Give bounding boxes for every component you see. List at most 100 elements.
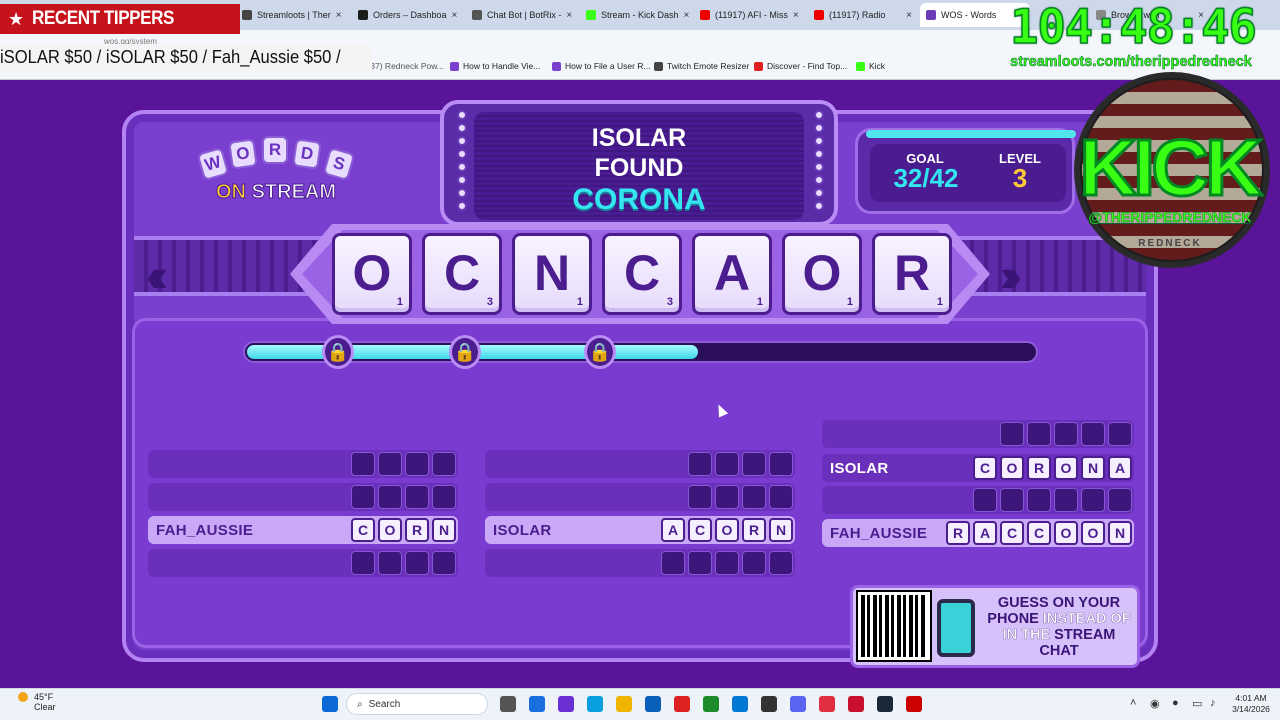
letter-tile: N1 <box>512 233 592 315</box>
tab-favicon-icon <box>586 10 596 20</box>
network-icon[interactable]: ◉ <box>1150 697 1160 710</box>
taskbar-app-icon[interactable] <box>819 696 835 712</box>
word-tile <box>351 551 375 575</box>
word-tile <box>1054 488 1078 512</box>
chevron-up-icon[interactable]: ˄ <box>1130 697 1136 709</box>
bulb-icon <box>457 110 467 120</box>
tile-letter: C <box>623 245 661 301</box>
browser-tab[interactable]: (11917) Radio × <box>808 3 918 27</box>
bookmark-item[interactable]: Twitch Emote Resizer <box>654 61 749 71</box>
word-tile <box>688 485 712 509</box>
star-icon: ★ <box>8 8 25 29</box>
goal-bar <box>866 130 1076 138</box>
word-tile <box>405 551 429 575</box>
bookmark-item[interactable]: Discover - Find Top... <box>754 61 847 71</box>
taskbar-app-icon[interactable] <box>674 696 690 712</box>
marquee-word: CORONA <box>572 183 706 216</box>
word-tile <box>769 485 793 509</box>
close-icon[interactable]: × <box>566 10 572 21</box>
word-tiles <box>688 485 793 509</box>
word-tile <box>1027 422 1051 446</box>
tile-points: 3 <box>486 296 493 308</box>
microphone-icon[interactable]: ● <box>1172 697 1179 709</box>
taskbar-app-icon[interactable] <box>761 696 777 712</box>
search-placeholder: Search <box>368 698 401 710</box>
bookmark-favicon-icon <box>450 61 459 71</box>
bookmark-label: Discover - Find Top... <box>767 61 848 71</box>
logo-letter: S <box>322 146 356 182</box>
word-row <box>822 486 1134 514</box>
taskbar-app-icon[interactable] <box>500 696 516 712</box>
bulb-icon <box>457 175 467 185</box>
close-icon[interactable]: × <box>906 10 912 21</box>
taskbar-app-icon[interactable] <box>732 696 748 712</box>
bulb-icon <box>814 201 824 211</box>
qr-code-icon <box>856 590 932 662</box>
logo-letter: R <box>262 136 288 164</box>
word-tile <box>432 485 456 509</box>
word-tile <box>742 485 766 509</box>
word-tile <box>688 452 712 476</box>
word-row <box>485 450 795 478</box>
word-tile <box>405 485 429 509</box>
taskbar-app-icon[interactable] <box>587 696 603 712</box>
taskbar-app-icon[interactable] <box>906 696 922 712</box>
word-tile <box>769 551 793 575</box>
taskbar-app-icon[interactable] <box>645 696 661 712</box>
display-icon[interactable]: ▭ <box>1192 697 1202 710</box>
bulb-icon <box>814 175 824 185</box>
weather-widget[interactable]: 45°F Clear <box>34 692 56 712</box>
lock-icon: 🔒 <box>584 335 616 369</box>
taskbar-app-icon[interactable] <box>703 696 719 712</box>
weather-icon[interactable] <box>18 692 28 702</box>
bookmark-label: Twitch Emote Resizer <box>667 61 750 71</box>
word-tile: C <box>351 518 375 542</box>
lock-icon: 🔒 <box>449 335 481 369</box>
taskbar-search[interactable]: ⌕ Search <box>346 693 488 715</box>
bookmark-favicon-icon <box>552 61 561 71</box>
close-icon[interactable]: × <box>452 10 458 21</box>
word-tile <box>973 488 997 512</box>
taskbar-app-icon[interactable] <box>616 696 632 712</box>
tile-points: 1 <box>846 296 853 308</box>
volume-icon[interactable]: ♪ <box>1210 697 1216 709</box>
word-tile <box>432 551 456 575</box>
taskbar-app-icon[interactable] <box>529 696 545 712</box>
word-tile <box>1000 422 1024 446</box>
bookmark-item[interactable]: Kick <box>856 61 885 71</box>
word-tiles <box>688 452 793 476</box>
close-icon[interactable]: × <box>793 10 799 21</box>
word-tile <box>432 452 456 476</box>
taskbar-app-icon[interactable] <box>877 696 893 712</box>
bulb-icon <box>814 162 824 172</box>
word-tile: R <box>742 518 766 542</box>
tab-favicon-icon <box>472 10 482 20</box>
bookmark-item[interactable]: How to Handle Vie... <box>450 61 540 71</box>
word-tiles <box>351 551 456 575</box>
word-tile: A <box>1108 456 1132 480</box>
tab-title: (11917) AFI - Miss <box>715 10 788 20</box>
word-tile: O <box>1054 456 1078 480</box>
browser-tab[interactable]: Stream - Kick Dash × <box>580 3 690 27</box>
browser-tab[interactable]: Streamloots | Ther × <box>236 3 346 27</box>
qr-text-c: STREAM CHAT <box>1039 627 1116 659</box>
browser-tab[interactable]: Chat Bot | BotRix - × <box>466 3 576 27</box>
close-icon[interactable]: × <box>336 10 342 21</box>
close-icon[interactable]: × <box>684 10 690 21</box>
taskbar-app-icon[interactable] <box>558 696 574 712</box>
lock-icon: 🔒 <box>322 335 354 369</box>
bulb-icon <box>814 136 824 146</box>
browser-tab[interactable]: (11917) AFI - Miss × <box>694 3 804 27</box>
start-icon[interactable] <box>322 696 338 712</box>
kick-logo: KICK <box>1078 123 1265 212</box>
word-tile <box>378 551 402 575</box>
taskbar-app-icon[interactable] <box>848 696 864 712</box>
word-tile <box>1027 488 1051 512</box>
word-row: ISOLAR C O R O N A <box>822 454 1134 482</box>
bookmark-item[interactable]: How to File a User R... <box>552 61 651 71</box>
browser-tab[interactable]: Orders – Dashboa × <box>352 3 462 27</box>
word-tile: R <box>946 521 970 545</box>
taskbar-clock[interactable]: 4:01 AM 3/14/2026 <box>1228 693 1274 715</box>
taskbar-app-icon[interactable] <box>790 696 806 712</box>
marquee-action: FOUND <box>594 154 684 182</box>
